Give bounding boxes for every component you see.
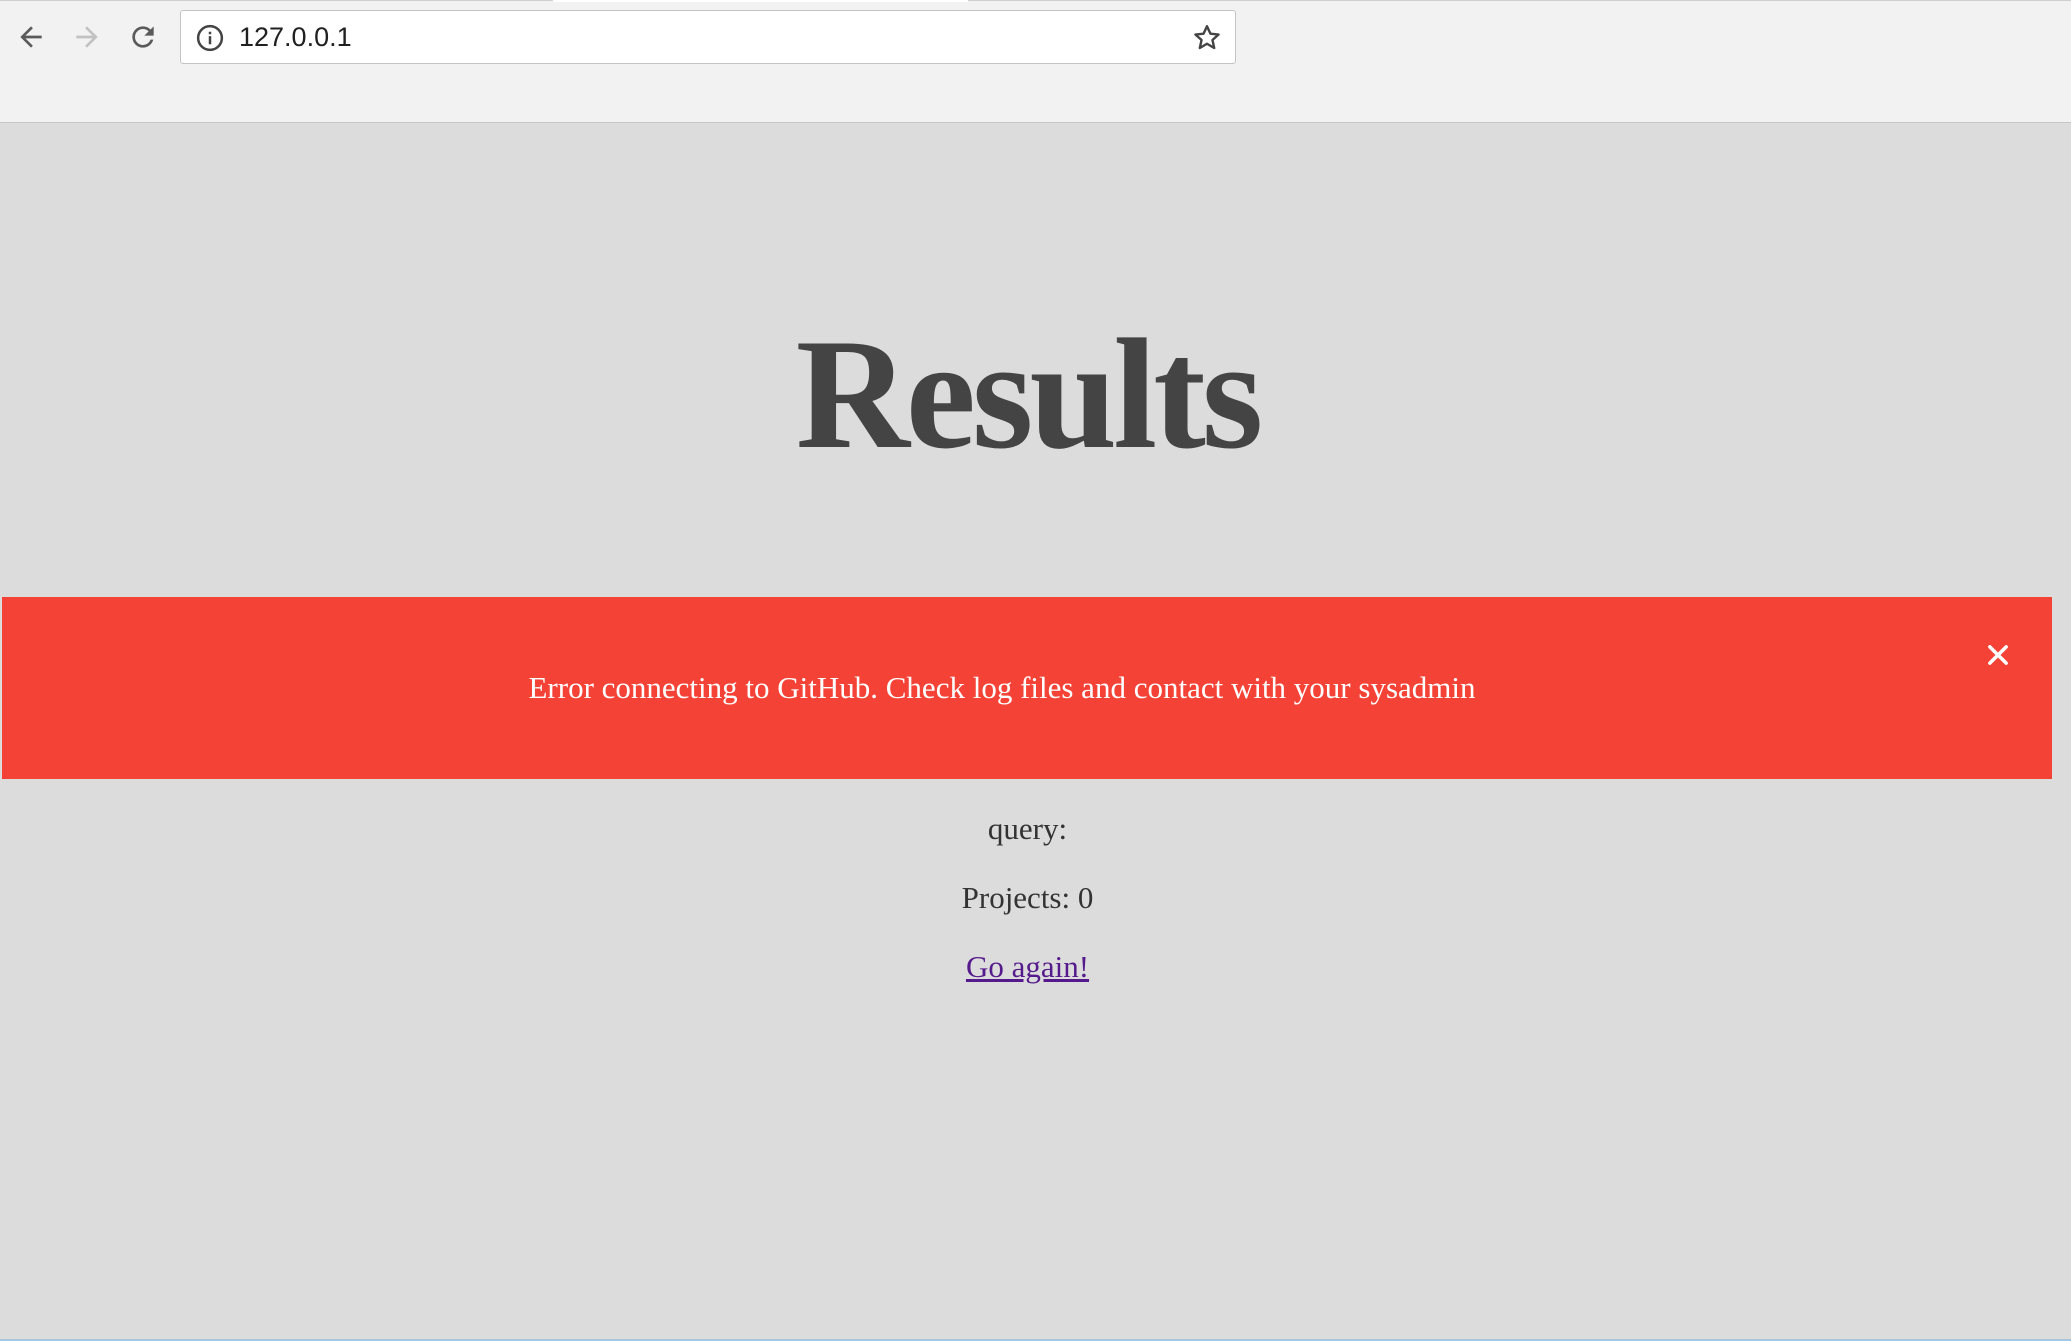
go-again-link[interactable]: Go again! <box>966 949 1089 984</box>
query-label: query: <box>987 811 1068 846</box>
page-title: Results <box>795 307 1264 482</box>
star-icon[interactable] <box>1191 22 1223 54</box>
close-icon[interactable] <box>1984 641 2012 669</box>
url-text[interactable]: 127.0.0.1 <box>239 11 352 63</box>
browser-toolbar: 127.0.0.1 <box>0 0 2071 123</box>
forward-button[interactable] <box>62 12 112 62</box>
error-alert: Error connecting to GitHub. Check log fi… <box>2 597 2052 779</box>
go-again-container: Go again! <box>0 947 2055 993</box>
page-content: Results Error connecting to GitHub. Chec… <box>0 123 2071 1339</box>
back-button[interactable] <box>6 12 56 62</box>
address-bar[interactable]: 127.0.0.1 <box>180 10 1236 64</box>
alert-message: Error connecting to GitHub. Check log fi… <box>528 670 1476 705</box>
info-icon[interactable] <box>195 23 225 53</box>
toolbar-top-border <box>0 0 2071 1</box>
projects-count: Projects: 0 <box>961 880 1094 915</box>
reload-icon <box>132 26 154 48</box>
reload-button[interactable] <box>118 12 168 62</box>
active-tab-edge <box>553 0 968 2</box>
arrow-right-icon <box>76 26 98 48</box>
arrow-left-icon <box>20 26 42 48</box>
